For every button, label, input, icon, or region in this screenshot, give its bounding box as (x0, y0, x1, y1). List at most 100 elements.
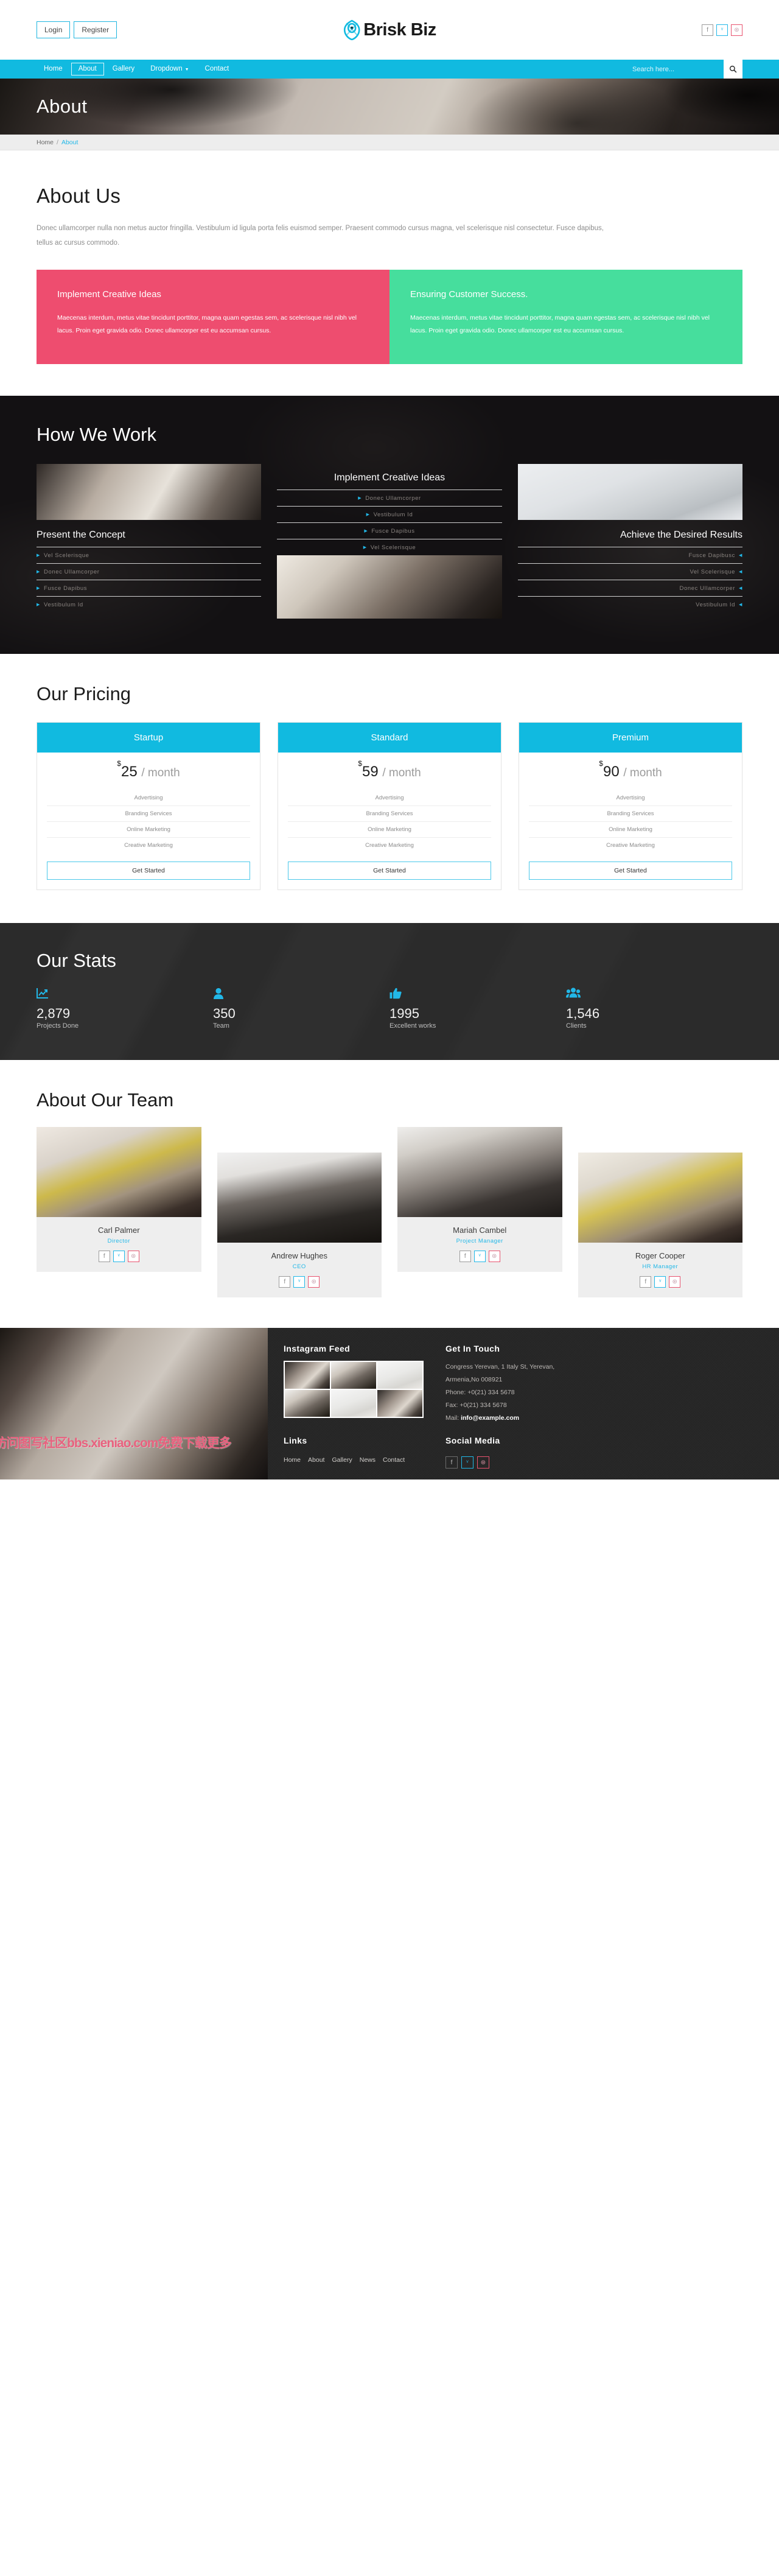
twitter-icon[interactable]: ᵛ (461, 1456, 473, 1469)
breadcrumb-home[interactable]: Home (37, 139, 54, 146)
work-list-item-label: Donec Ullamcorper (679, 584, 735, 592)
work-photo (277, 555, 502, 619)
contact-address-line-1: Congress Yerevan, 1 Italy St, Yerevan, (445, 1363, 555, 1371)
dribbble-icon[interactable]: ⊛ (731, 24, 742, 36)
work-list-item-label: Vestibulum Id (43, 601, 83, 608)
info-card-creative-ideas: Implement Creative Ideas Maecenas interd… (37, 270, 390, 365)
dribbble-icon[interactable]: ⊛ (488, 1251, 500, 1263)
triangle-left-icon: ◀ (739, 553, 742, 558)
work-list-item[interactable]: ▶ Vel Scelerisque (277, 538, 502, 555)
twitter-icon[interactable]: ᵛ (293, 1276, 306, 1288)
work-list-item[interactable]: ▶ Donec Ullamcorper (277, 489, 502, 506)
stat-label: Team (213, 1022, 229, 1030)
instagram-thumb[interactable] (331, 1362, 376, 1389)
facebook-icon[interactable]: f (459, 1251, 471, 1263)
stat-number: 350 (213, 1005, 236, 1021)
get-started-button[interactable]: Get Started (288, 861, 491, 880)
site-logo[interactable]: Brisk Biz (343, 19, 436, 40)
footer-link-home[interactable]: Home (284, 1456, 301, 1464)
footer-link-contact[interactable]: Contact (383, 1456, 405, 1464)
search-input[interactable] (632, 65, 724, 73)
price-period: / month (141, 766, 180, 779)
pricing-feature: Creative Marketing (365, 841, 414, 849)
get-started-button[interactable]: Get Started (47, 861, 250, 880)
facebook-icon[interactable]: f (640, 1276, 652, 1288)
pricing-amount: $90 / month (529, 759, 732, 781)
work-list-item[interactable]: ▶ Donec Ullamcorper (37, 563, 262, 580)
triangle-right-icon: ▶ (363, 546, 367, 550)
instagram-thumb[interactable] (285, 1362, 330, 1389)
instagram-thumb[interactable] (285, 1390, 330, 1417)
work-list-item[interactable]: Vel Scelerisque ◀ (517, 563, 742, 580)
info-card-customer-success: Ensuring Customer Success. Maecenas inte… (390, 270, 742, 365)
user-icon (213, 988, 390, 1000)
facebook-icon[interactable]: f (279, 1276, 291, 1288)
contact-fax: Fax: +0(21) 334 5678 (445, 1402, 507, 1409)
contact-mail-value[interactable]: info@example.com (461, 1414, 519, 1422)
work-list-item-label: Donec Ullamcorper (43, 568, 100, 575)
how-we-work-section: How We Work Present the Concept ▶ Vel Sce… (0, 396, 779, 654)
links-title: Links (284, 1436, 307, 1446)
member-role: HR Manager (642, 1263, 679, 1271)
nav-item-contact[interactable]: Contact (198, 63, 237, 76)
facebook-icon[interactable]: f (445, 1456, 458, 1469)
facebook-icon[interactable]: f (702, 24, 713, 36)
instagram-thumb[interactable] (377, 1362, 422, 1389)
facebook-icon[interactable]: f (98, 1251, 110, 1263)
nav-item-label: Home (44, 65, 63, 72)
dribbble-icon[interactable]: ⊛ (308, 1276, 320, 1288)
triangle-left-icon: ◀ (739, 570, 742, 575)
brisk-biz-mark-icon (343, 19, 361, 40)
work-list-item[interactable]: ▶ Vestibulum Id (37, 595, 262, 612)
about-cards-row: Implement Creative Ideas Maecenas interd… (37, 270, 742, 365)
nav-item-label: Contact (204, 65, 229, 72)
work-list-item[interactable]: Donec Ullamcorper ◀ (517, 579, 742, 596)
info-card-title: Ensuring Customer Success. (410, 289, 528, 300)
avatar (578, 1153, 742, 1243)
work-list-item-label: Vel Scelerisque (370, 544, 416, 551)
chart-line-icon (37, 988, 213, 1000)
twitter-icon[interactable]: ᵛ (473, 1251, 486, 1263)
stat-number: 2,879 (37, 1005, 71, 1021)
price-value: 25 (121, 763, 138, 780)
work-column-desired-results: Achieve the Desired Results Fusce Dapibu… (517, 464, 742, 612)
work-list-item[interactable]: Fusce Dapibusc ◀ (517, 546, 742, 563)
nav-item-gallery[interactable]: Gallery (105, 63, 142, 76)
get-started-button[interactable]: Get Started (529, 861, 732, 880)
footer-link-news[interactable]: News (360, 1456, 376, 1464)
member-name: Carl Palmer (97, 1226, 140, 1235)
nav-item-home[interactable]: Home (37, 63, 70, 76)
twitter-icon[interactable]: ᵛ (654, 1276, 666, 1288)
dribbble-icon[interactable]: ⊛ (127, 1251, 139, 1263)
dribbble-icon[interactable]: ⊛ (477, 1456, 489, 1469)
work-list-item[interactable]: ▶ Fusce Dapibus (37, 579, 262, 596)
work-list-item[interactable]: Vestibulum Id ◀ (517, 595, 742, 612)
twitter-icon[interactable]: ᵛ (113, 1251, 125, 1263)
nav-item-label: About (78, 65, 97, 72)
nav-item-dropdown[interactable]: Dropdown ▼ (143, 63, 196, 76)
pricing-feature: Advertising (47, 790, 250, 806)
about-us-section: About Us Donec ullamcorper nulla non met… (0, 150, 779, 365)
work-list-item-label: Vestibulum Id (696, 601, 735, 608)
pricing-feature: Branding Services (288, 806, 491, 822)
site-footer: 访问图写社区bbs.xieniao.com免费下载更多 Instagram Fe… (0, 1328, 779, 1480)
team-member-carl-palmer: Carl Palmer Director f ᵛ ⊛ (37, 1127, 201, 1272)
stats-heading: Our Stats (37, 949, 116, 971)
member-social-links: f ᵛ ⊛ (43, 1251, 195, 1263)
work-list-item[interactable]: ▶ Vestibulum Id (277, 505, 502, 522)
footer-link-gallery[interactable]: Gallery (332, 1456, 352, 1464)
instagram-thumb[interactable] (377, 1390, 422, 1417)
login-button[interactable]: Login (37, 21, 71, 38)
instagram-grid (284, 1361, 424, 1419)
footer-link-about[interactable]: About (308, 1456, 324, 1464)
instagram-thumb[interactable] (331, 1390, 376, 1417)
work-list-item[interactable]: ▶ Vel Scelerisque (37, 546, 262, 563)
twitter-icon[interactable]: ᵛ (716, 24, 728, 36)
nav-item-about[interactable]: About (71, 62, 104, 76)
register-button[interactable]: Register (74, 21, 117, 38)
avatar (397, 1127, 562, 1218)
search-button[interactable] (724, 60, 742, 79)
team-member-mariah-cambel: Mariah Cambel Project Manager f ᵛ ⊛ (397, 1127, 562, 1272)
dribbble-icon[interactable]: ⊛ (669, 1276, 681, 1288)
work-list-item[interactable]: ▶ Fusce Dapibus (277, 522, 502, 539)
